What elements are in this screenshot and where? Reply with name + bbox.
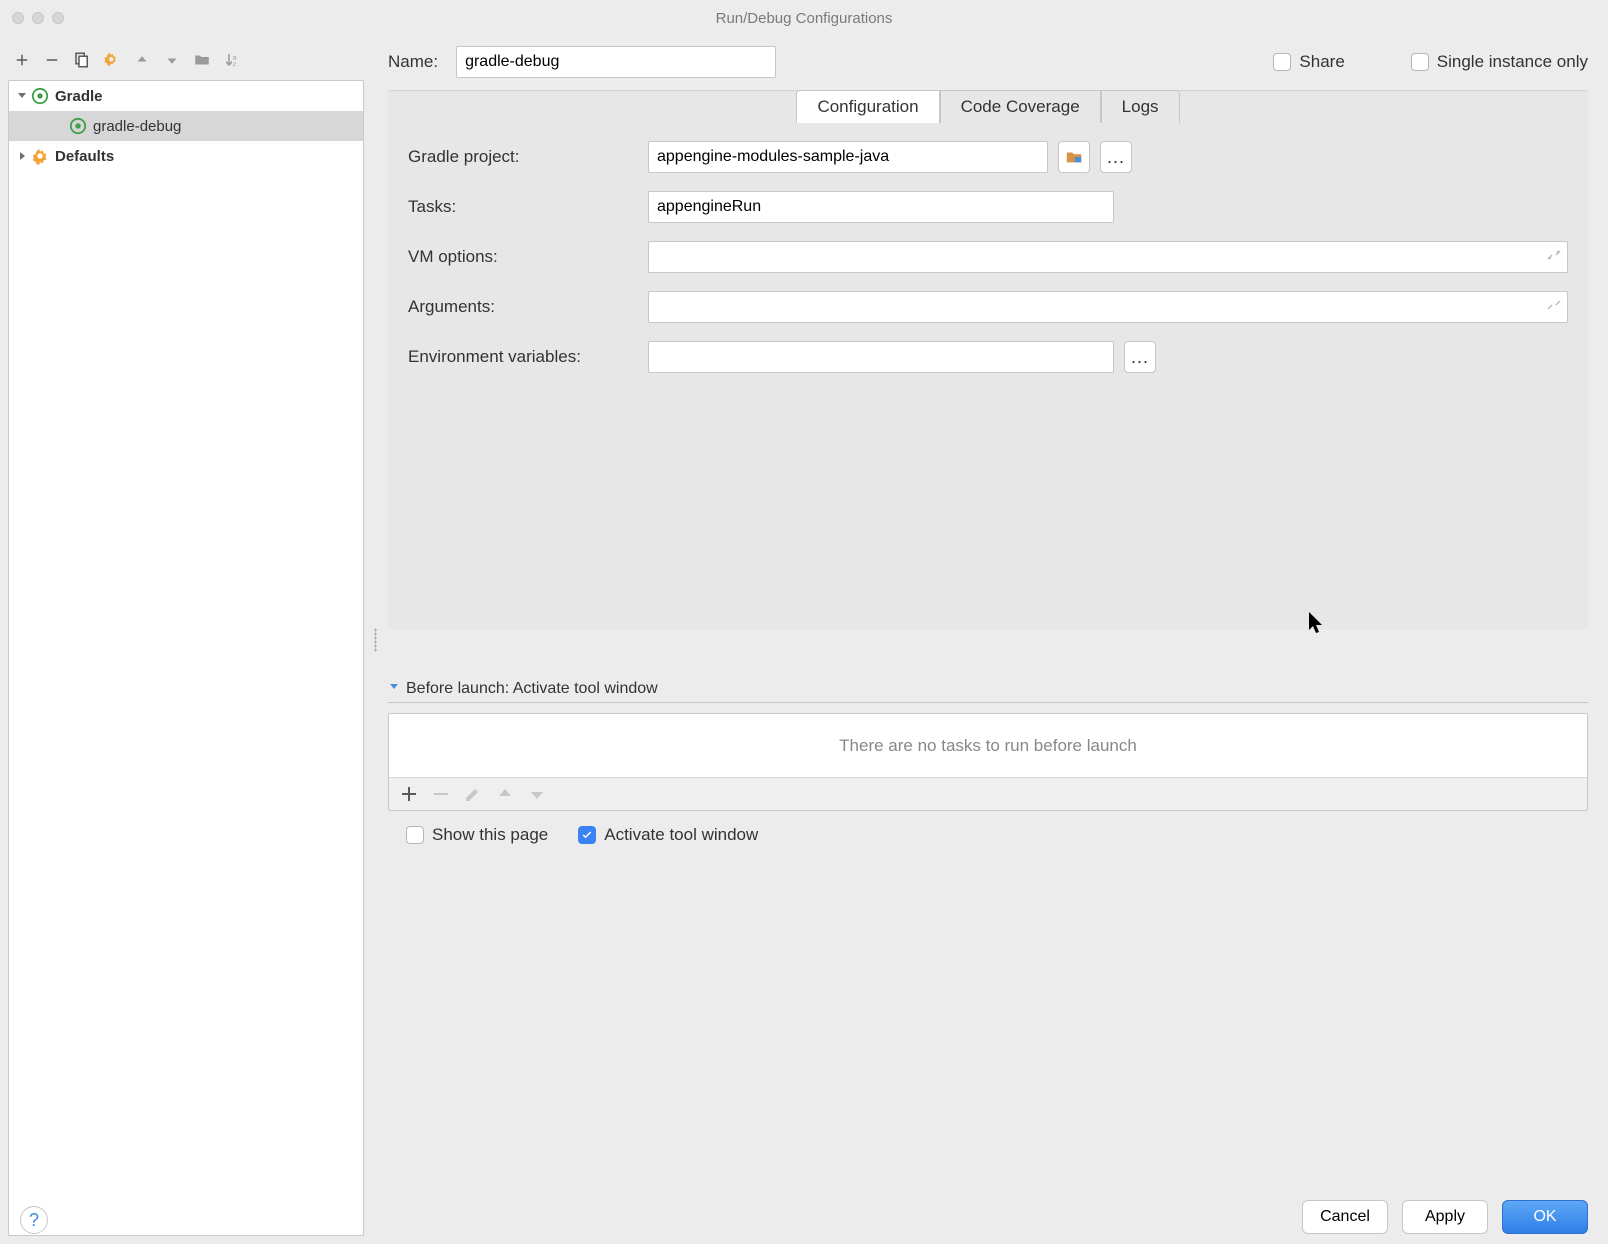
tree-node-gradle-debug[interactable]: gradle-debug xyxy=(9,111,363,141)
add-config-button[interactable] xyxy=(10,48,34,72)
row-env-vars: Environment variables: ... xyxy=(408,341,1568,373)
before-launch-toolbar xyxy=(388,777,1588,811)
config-toolbar: az xyxy=(8,44,364,80)
arguments-input[interactable] xyxy=(648,291,1568,323)
window-title: Run/Debug Configurations xyxy=(0,10,1608,27)
left-panel: az Gradle gradle-debug xyxy=(0,36,372,1244)
vm-options-label: VM options: xyxy=(408,247,648,267)
collapse-arrow-icon xyxy=(15,149,29,163)
before-launch-section: Before launch: Activate tool window Ther… xyxy=(388,680,1588,845)
share-label: Share xyxy=(1299,52,1344,72)
expand-arrow-icon xyxy=(15,89,29,103)
show-page-checkbox-group[interactable]: Show this page xyxy=(406,825,548,845)
tab-configuration[interactable]: Configuration xyxy=(796,90,939,123)
tree-label: Gradle xyxy=(55,88,103,105)
gradle-project-label: Gradle project: xyxy=(408,147,648,167)
activate-tool-checkbox[interactable] xyxy=(578,826,596,844)
move-down-button[interactable] xyxy=(160,48,184,72)
show-page-checkbox[interactable] xyxy=(406,826,424,844)
copy-config-button[interactable] xyxy=(70,48,94,72)
close-window-button[interactable] xyxy=(12,12,24,24)
env-vars-label: Environment variables: xyxy=(408,347,648,367)
show-page-label: Show this page xyxy=(432,825,548,845)
name-input[interactable] xyxy=(456,46,776,78)
zoom-window-button[interactable] xyxy=(52,12,64,24)
dialog-content: az Gradle gradle-debug xyxy=(0,36,1608,1244)
cancel-button[interactable]: Cancel xyxy=(1302,1200,1388,1234)
row-tasks: Tasks: xyxy=(408,191,1568,223)
tasks-label: Tasks: xyxy=(408,197,648,217)
splitter-grip-icon xyxy=(374,628,377,652)
move-task-up-button xyxy=(495,784,515,804)
single-instance-checkbox-group[interactable]: Single instance only xyxy=(1411,52,1588,72)
before-launch-header[interactable]: Before launch: Activate tool window xyxy=(388,680,1588,703)
sort-button[interactable]: az xyxy=(220,48,244,72)
env-vars-input[interactable] xyxy=(648,341,1114,373)
help-button[interactable]: ? xyxy=(20,1206,48,1234)
edit-env-vars-button[interactable]: ... xyxy=(1124,341,1156,373)
before-launch-tasks[interactable]: There are no tasks to run before launch xyxy=(388,713,1588,777)
right-panel: Name: Share Single instance only Configu… xyxy=(378,36,1608,1244)
minimize-window-button[interactable] xyxy=(32,12,44,24)
tasks-input[interactable] xyxy=(648,191,1114,223)
single-instance-checkbox[interactable] xyxy=(1411,53,1429,71)
config-tree[interactable]: Gradle gradle-debug Defaults xyxy=(8,80,364,1236)
row-arguments: Arguments: xyxy=(408,291,1568,323)
traffic-lights xyxy=(0,12,64,24)
edit-defaults-button[interactable] xyxy=(100,48,124,72)
move-up-button[interactable] xyxy=(130,48,154,72)
tabs: Configuration Code Coverage Logs xyxy=(388,90,1588,123)
browse-project-button[interactable]: ... xyxy=(1100,141,1132,173)
tab-logs[interactable]: Logs xyxy=(1101,90,1180,123)
tree-label: Defaults xyxy=(55,148,114,165)
svg-text:z: z xyxy=(233,61,237,68)
remove-task-button xyxy=(431,784,451,804)
svg-text:a: a xyxy=(233,54,237,61)
ok-button[interactable]: OK xyxy=(1502,1200,1588,1234)
before-launch-title: Before launch: Activate tool window xyxy=(406,680,658,698)
row-vm-options: VM options: xyxy=(408,241,1568,273)
share-checkbox[interactable] xyxy=(1273,53,1291,71)
row-gradle-project: Gradle project: ... xyxy=(408,141,1568,173)
titlebar: Run/Debug Configurations xyxy=(0,0,1608,36)
apply-button[interactable]: Apply xyxy=(1402,1200,1488,1234)
add-task-button[interactable] xyxy=(399,784,419,804)
name-row: Name: Share Single instance only xyxy=(388,46,1588,90)
gradle-project-input[interactable] xyxy=(648,141,1048,173)
tree-node-gradle[interactable]: Gradle xyxy=(9,81,363,111)
share-checkbox-group[interactable]: Share xyxy=(1273,52,1344,72)
arguments-label: Arguments: xyxy=(408,297,648,317)
wrench-icon xyxy=(31,147,49,165)
edit-task-button xyxy=(463,784,483,804)
gradle-icon xyxy=(31,87,49,105)
remove-config-button[interactable] xyxy=(40,48,64,72)
tab-code-coverage[interactable]: Code Coverage xyxy=(940,90,1101,123)
name-label: Name: xyxy=(388,52,438,72)
folder-button[interactable] xyxy=(190,48,214,72)
expand-icon[interactable] xyxy=(1546,247,1562,263)
bottom-checks: Show this page Activate tool window xyxy=(388,825,1588,845)
configuration-panel: Configuration Code Coverage Logs Gradle … xyxy=(388,90,1588,630)
gradle-icon xyxy=(69,117,87,135)
single-instance-label: Single instance only xyxy=(1437,52,1588,72)
expand-icon[interactable] xyxy=(1546,297,1562,313)
chevron-down-icon xyxy=(388,680,400,698)
move-task-down-button xyxy=(527,784,547,804)
vm-options-input[interactable] xyxy=(648,241,1568,273)
empty-tasks-text: There are no tasks to run before launch xyxy=(839,736,1137,756)
ellipsis-icon: ... xyxy=(1107,147,1125,168)
activate-tool-checkbox-group[interactable]: Activate tool window xyxy=(578,825,758,845)
ellipsis-icon: ... xyxy=(1131,347,1149,368)
dialog-buttons: Cancel Apply OK xyxy=(1302,1200,1588,1244)
activate-tool-label: Activate tool window xyxy=(604,825,758,845)
select-registered-project-button[interactable] xyxy=(1058,141,1090,173)
tree-node-defaults[interactable]: Defaults xyxy=(9,141,363,171)
tree-label: gradle-debug xyxy=(93,118,181,135)
